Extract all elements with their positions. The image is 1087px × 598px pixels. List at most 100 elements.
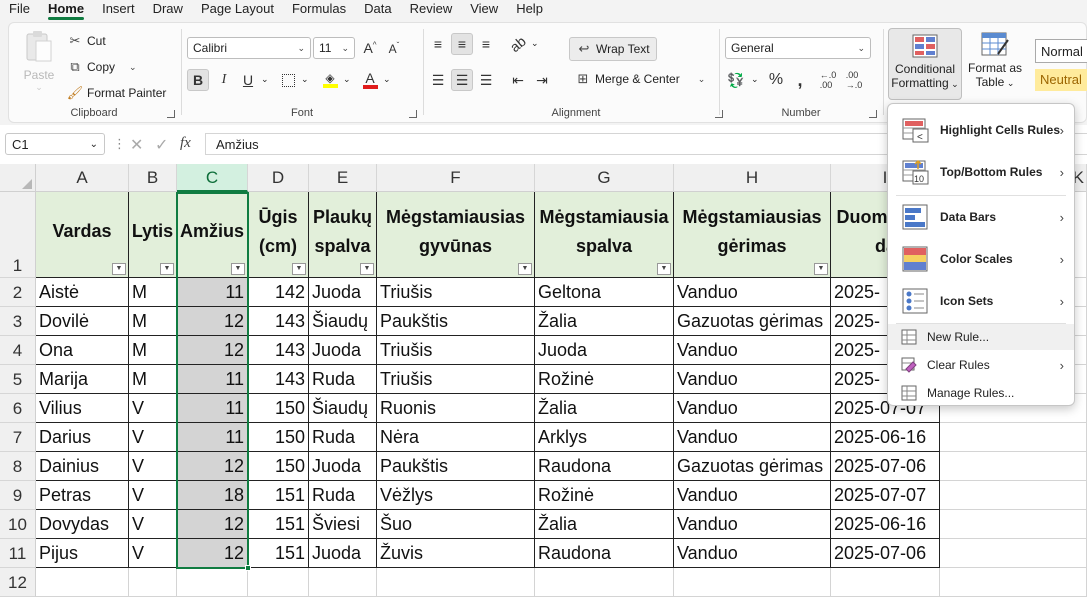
table-cell[interactable]: Nėra bbox=[377, 423, 535, 452]
table-cell[interactable]: Vanduo bbox=[674, 481, 831, 510]
empty-cell[interactable] bbox=[535, 568, 674, 597]
increase-indent-button[interactable]: ⇥ bbox=[531, 69, 553, 91]
borders-button[interactable] bbox=[277, 69, 299, 91]
table-cell[interactable]: Dainius bbox=[36, 452, 129, 481]
empty-cell[interactable] bbox=[248, 568, 309, 597]
menu-insert[interactable]: Insert bbox=[93, 0, 144, 20]
empty-cell[interactable] bbox=[674, 568, 831, 597]
menu-top-bottom-rules[interactable]: 10 Top/Bottom Rules › bbox=[888, 152, 1074, 192]
middle-align-button[interactable]: ≡ bbox=[451, 33, 473, 55]
table-cell[interactable]: Pijus bbox=[36, 539, 129, 568]
table-cell[interactable]: 12 bbox=[177, 510, 248, 539]
column-header-c[interactable]: C bbox=[177, 164, 248, 192]
table-cell[interactable]: V bbox=[129, 394, 177, 423]
table-cell[interactable]: 11 bbox=[177, 278, 248, 307]
font-size-select[interactable]: 11 ⌄ bbox=[313, 37, 355, 59]
underline-button[interactable]: U bbox=[237, 69, 259, 91]
more-options-icon[interactable]: ⋮ bbox=[113, 136, 126, 152]
table-cell[interactable]: Šiaudų bbox=[309, 307, 377, 336]
table-cell[interactable]: Rožinė bbox=[535, 365, 674, 394]
table-cell[interactable]: Žalia bbox=[535, 307, 674, 336]
table-cell[interactable]: M bbox=[129, 365, 177, 394]
format-as-table-button[interactable]: Format as Table ⌄ bbox=[965, 30, 1025, 100]
table-cell[interactable]: Žuvis bbox=[377, 539, 535, 568]
table-cell[interactable]: 150 bbox=[248, 452, 309, 481]
filter-dropdown-icon[interactable]: ▼ bbox=[518, 263, 532, 275]
filter-dropdown-icon[interactable]: ▼ bbox=[360, 263, 374, 275]
table-cell[interactable]: Marija bbox=[36, 365, 129, 394]
table-cell[interactable]: 143 bbox=[248, 365, 309, 394]
filter-dropdown-icon[interactable]: ▼ bbox=[657, 263, 671, 275]
table-cell[interactable]: M bbox=[129, 336, 177, 365]
menu-file[interactable]: File bbox=[0, 0, 39, 20]
row-header[interactable]: 5 bbox=[0, 365, 36, 394]
table-cell[interactable]: 11 bbox=[177, 423, 248, 452]
table-cell[interactable]: Žalia bbox=[535, 394, 674, 423]
menu-highlight-cells-rules[interactable]: < Highlight Cells Rules › bbox=[888, 110, 1074, 150]
table-cell[interactable]: 151 bbox=[248, 481, 309, 510]
menu-color-scales[interactable]: Color Scales › bbox=[888, 239, 1074, 279]
percent-style-button[interactable]: % bbox=[765, 69, 787, 91]
table-cell[interactable]: Vanduo bbox=[674, 510, 831, 539]
bottom-align-button[interactable]: ≡ bbox=[475, 33, 497, 55]
cut-button[interactable]: ✂ Cut bbox=[67, 33, 106, 49]
table-cell[interactable]: Vanduo bbox=[674, 278, 831, 307]
number-launcher-icon[interactable] bbox=[869, 110, 877, 118]
decrease-font-size-button[interactable]: Aˇ bbox=[383, 37, 405, 59]
decrease-indent-button[interactable]: ⇤ bbox=[507, 69, 529, 91]
table-cell[interactable]: 2025-07-06 bbox=[831, 539, 940, 568]
empty-cell[interactable] bbox=[940, 423, 1087, 452]
table-cell[interactable]: 2025-07-06 bbox=[831, 452, 940, 481]
table-cell[interactable]: 143 bbox=[248, 307, 309, 336]
conditional-formatting-button[interactable]: Conditional Formatting ⌄ bbox=[888, 28, 962, 100]
table-cell[interactable]: 2025-06-16 bbox=[831, 423, 940, 452]
comma-style-button[interactable]: , bbox=[789, 69, 811, 91]
row-header[interactable]: 4 bbox=[0, 336, 36, 365]
name-box[interactable]: C1 ⌄ bbox=[5, 133, 105, 155]
empty-cell[interactable] bbox=[377, 568, 535, 597]
row-header[interactable]: 1 bbox=[0, 192, 36, 278]
accounting-format-button[interactable]: 💱 bbox=[725, 69, 747, 91]
table-cell[interactable]: Ruonis bbox=[377, 394, 535, 423]
row-header[interactable]: 11 bbox=[0, 539, 36, 568]
font-launcher-icon[interactable] bbox=[409, 110, 417, 118]
table-cell[interactable]: 150 bbox=[248, 394, 309, 423]
table-cell[interactable]: Gazuotas gėrimas bbox=[674, 307, 831, 336]
table-cell[interactable]: V bbox=[129, 481, 177, 510]
table-cell[interactable]: 18 bbox=[177, 481, 248, 510]
menu-review[interactable]: Review bbox=[401, 0, 462, 20]
menu-page-layout[interactable]: Page Layout bbox=[192, 0, 283, 20]
table-cell[interactable]: Vėžlys bbox=[377, 481, 535, 510]
underline-chevron-icon[interactable]: ⌄ bbox=[261, 74, 269, 85]
filter-dropdown-icon[interactable]: ▼ bbox=[292, 263, 306, 275]
table-cell[interactable]: Paukštis bbox=[377, 452, 535, 481]
empty-cell[interactable] bbox=[36, 568, 129, 597]
table-cell[interactable]: Ruda bbox=[309, 365, 377, 394]
table-cell[interactable]: Triušis bbox=[377, 336, 535, 365]
increase-font-size-button[interactable]: A^ bbox=[359, 37, 381, 59]
table-cell[interactable]: Triušis bbox=[377, 278, 535, 307]
confirm-icon[interactable]: ✓ bbox=[155, 135, 168, 155]
table-cell[interactable]: Petras bbox=[36, 481, 129, 510]
table-cell[interactable]: 150 bbox=[248, 423, 309, 452]
table-cell[interactable]: Šuo bbox=[377, 510, 535, 539]
empty-cell[interactable] bbox=[309, 568, 377, 597]
number-format-select[interactable]: General ⌄ bbox=[725, 37, 871, 59]
table-cell[interactable]: Šviesi bbox=[309, 510, 377, 539]
table-cell[interactable]: Vanduo bbox=[674, 336, 831, 365]
table-cell[interactable]: Juoda bbox=[309, 539, 377, 568]
orientation-chevron-icon[interactable]: ⌄ bbox=[531, 38, 539, 49]
empty-cell[interactable] bbox=[940, 452, 1087, 481]
table-cell[interactable]: M bbox=[129, 278, 177, 307]
table-cell[interactable]: 12 bbox=[177, 539, 248, 568]
menu-view[interactable]: View bbox=[461, 0, 507, 20]
accounting-chevron-icon[interactable]: ⌄ bbox=[751, 74, 759, 85]
header-cell-amzius[interactable]: Amžius ▼ bbox=[177, 192, 248, 278]
menu-clear-rules[interactable]: Clear Rules › bbox=[888, 352, 1074, 378]
table-cell[interactable]: Arklys bbox=[535, 423, 674, 452]
table-cell[interactable]: Vanduo bbox=[674, 365, 831, 394]
table-cell[interactable]: Šiaudų bbox=[309, 394, 377, 423]
fill-color-button[interactable]: ◈ bbox=[319, 69, 341, 91]
top-align-button[interactable]: ≡ bbox=[427, 33, 449, 55]
align-right-button[interactable]: ☰ bbox=[475, 69, 497, 91]
